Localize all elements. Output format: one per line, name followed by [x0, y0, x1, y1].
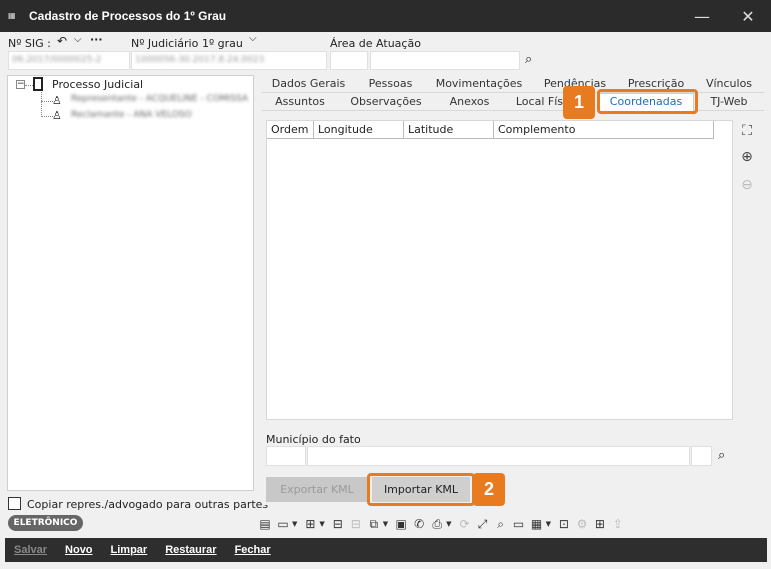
column-header-latitude[interactable]: Latitude	[404, 121, 494, 139]
electronic-badge: ELETRÔNICO	[8, 515, 83, 531]
grau-label: 1º grau	[202, 37, 243, 50]
dropdown-arrow-icon[interactable]: ▼	[446, 520, 451, 528]
refresh-icon: ⟳	[459, 517, 470, 531]
search-icon[interactable]: ⌕	[525, 52, 532, 67]
tree-child-label[interactable]: Representante - ACQUELINE - COMISSA	[71, 94, 248, 104]
tab-movimentacoes[interactable]: Movimentações	[426, 76, 532, 93]
area-field[interactable]	[370, 51, 520, 70]
copy-checkbox-label: Copiar repres./advogado para outras part…	[27, 498, 269, 511]
municipio-label: Município do fato	[266, 433, 361, 446]
structure-alt-icon: ⊟	[350, 517, 361, 531]
municipio-search-icon[interactable]: ⌕	[718, 448, 725, 463]
close-button[interactable]: Fechar	[235, 544, 271, 556]
grau-dropdown-icon[interactable]: ⌵	[249, 33, 257, 44]
coordinates-grid[interactable]: Ordem Longitude Latitude Complemento	[266, 120, 733, 420]
municipio-extra-field[interactable]	[691, 446, 712, 466]
chevron-down-icon[interactable]: ⌵	[74, 34, 82, 45]
column-header-longitude[interactable]: Longitude	[314, 121, 404, 139]
municipio-field[interactable]	[307, 446, 690, 466]
document-icon	[33, 77, 43, 91]
sig-value: 06.2017/0000025-2	[12, 55, 102, 65]
tab-dados-gerais[interactable]: Dados Gerais	[262, 76, 355, 93]
municipio-code-field[interactable]	[266, 446, 306, 466]
add-icon[interactable]: ⊕	[738, 148, 756, 166]
sig-field[interactable]: 06.2017/0000025-2	[8, 51, 130, 70]
clear-button[interactable]: Limpar	[111, 544, 148, 556]
folder-check-icon[interactable]: ▭	[510, 515, 528, 533]
dropdown-arrow-icon[interactable]: ▼	[292, 520, 297, 528]
judiciario-value: 1000056-30.2017.8.24.0023	[135, 55, 265, 65]
export-icon: ⇪	[612, 517, 623, 531]
restore-button[interactable]: Restaurar	[165, 544, 216, 556]
dropdown-arrow-icon[interactable]: ▼	[319, 520, 324, 528]
copy-checkbox[interactable]	[8, 497, 21, 510]
folder-icon[interactable]: ▭	[274, 515, 292, 533]
tab-observacoes[interactable]: Observações	[338, 94, 434, 111]
phone-icon[interactable]: ✆	[410, 515, 428, 533]
lock-document-icon[interactable]: ⊡	[555, 515, 573, 533]
tree-line	[25, 85, 33, 86]
tab-local-fisico[interactable]: Local Fís	[505, 94, 565, 111]
minimize-icon[interactable]: —	[679, 0, 725, 32]
tree-root-label[interactable]: Processo Judicial	[52, 78, 143, 91]
window: ▦ Cadastro de Processos do 1º Grau — ✕ N…	[0, 0, 771, 569]
action-toolbar: ▤ ▭ ▼ ⊞ ▼ ⊟ ⊟ ⧉ ▼ ▣ ✆ ⎙ ▼ ⟳ ⤢ ⌕ ▭ ▦ ▼ ⊡ ⚙ ⊞ ⇪	[256, 514, 627, 534]
copy-icon[interactable]: ⧉	[365, 515, 383, 533]
callout-badge-1: 1	[563, 86, 595, 119]
tab-assuntos[interactable]: Assuntos	[262, 94, 338, 111]
save-button: Salvar	[14, 544, 48, 556]
tree-child-label[interactable]: Reclamante - ANA VELOSO	[71, 110, 192, 120]
close-icon[interactable]: ✕	[725, 0, 771, 32]
back-icon[interactable]: ↶	[57, 34, 67, 48]
sig-label: Nº SIG :	[8, 37, 51, 50]
title-bar: ▦ Cadastro de Processos do 1º Grau — ✕	[0, 0, 771, 32]
dropdown-arrow-icon[interactable]: ▼	[546, 520, 551, 528]
search-record-icon[interactable]: ⌕	[492, 515, 510, 533]
area-label: Área de Atuação	[330, 37, 421, 50]
dropdown-arrow-icon[interactable]: ▼	[383, 520, 388, 528]
area-code-field[interactable]	[330, 51, 368, 70]
person-icon: ♙	[52, 94, 62, 107]
judiciario-label: Nº Judiciário	[131, 37, 199, 50]
expand-icon[interactable]: ⤢	[474, 515, 492, 533]
structure-icon[interactable]: ⊟	[329, 515, 347, 533]
remove-icon: ⊖	[741, 177, 753, 193]
column-header-ordem[interactable]: Ordem	[267, 121, 314, 139]
map-points-icon[interactable]: ⛶	[738, 122, 756, 140]
tab-vinculos[interactable]: Vínculos	[694, 76, 764, 93]
print-icon[interactable]: ⎙	[428, 515, 446, 533]
column-header-complemento[interactable]: Complemento	[494, 121, 714, 139]
add-document-icon[interactable]: ⊞	[591, 515, 609, 533]
window-title: Cadastro de Processos do 1º Grau	[29, 9, 227, 23]
callout-highlight-2	[367, 473, 475, 506]
collapse-icon[interactable]: −	[16, 80, 25, 89]
person-icon: ♙	[52, 109, 62, 122]
bottom-action-bar: Salvar Novo Limpar Restaurar Fechar	[5, 538, 767, 562]
tab-pessoas[interactable]: Pessoas	[355, 76, 426, 93]
settings-document-icon: ⚙	[576, 517, 588, 531]
new-button[interactable]: Novo	[65, 544, 93, 556]
callout-badge-2: 2	[473, 473, 505, 506]
hierarchy-icon[interactable]: ⊞	[301, 515, 319, 533]
app-icon: ▦	[8, 11, 16, 20]
callout-highlight-1	[597, 89, 698, 114]
export-kml-button: Exportar KML	[266, 477, 368, 502]
more-icon[interactable]: ···	[90, 33, 103, 46]
tree-line	[41, 92, 42, 117]
tab-tj-web[interactable]: TJ-Web	[694, 94, 764, 111]
tab-anexos[interactable]: Anexos	[434, 94, 505, 111]
calendar-icon[interactable]: ▦	[528, 515, 546, 533]
clipboard-icon[interactable]: ▣	[392, 515, 410, 533]
new-document-icon[interactable]: ▤	[256, 515, 274, 533]
judiciario-field[interactable]: 1000056-30.2017.8.24.0023	[131, 51, 327, 70]
process-tree: − Processo Judicial ♙ Representante - AC…	[7, 75, 254, 491]
